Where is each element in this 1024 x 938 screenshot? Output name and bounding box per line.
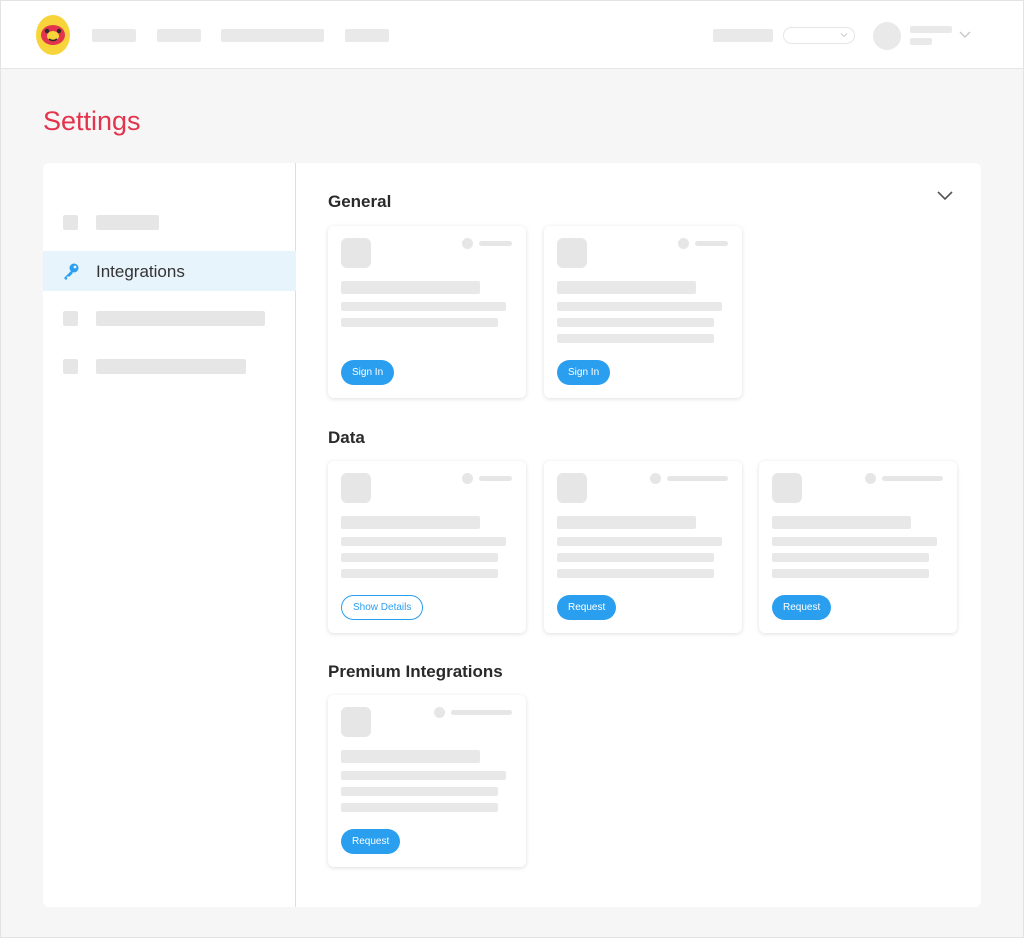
status-label-placeholder — [479, 476, 512, 481]
show-details-button[interactable]: Show Details — [341, 595, 424, 620]
card-text-placeholder — [557, 334, 714, 343]
nav-link-placeholder-4[interactable] — [345, 29, 389, 42]
card-title-placeholder — [557, 281, 696, 294]
placeholder-icon — [63, 359, 78, 374]
integration-card: Sign In — [328, 226, 526, 398]
chevron-down-icon[interactable] — [935, 189, 955, 203]
avatar[interactable] — [873, 22, 901, 50]
section-title-premium-integrations: Premium Integrations — [328, 662, 503, 681]
chevron-down-icon — [840, 33, 848, 38]
header-text-placeholder — [713, 29, 773, 42]
sidebar-item-label-placeholder — [96, 359, 246, 374]
placeholder-icon — [63, 311, 78, 326]
integration-card: Show Details — [328, 461, 526, 633]
status-label-placeholder — [695, 241, 728, 246]
card-text-placeholder — [341, 803, 498, 812]
status-dot — [434, 707, 445, 718]
card-text-placeholder — [557, 553, 714, 562]
request-button[interactable]: Request — [557, 595, 617, 620]
status-dot — [678, 238, 689, 249]
status-label-placeholder — [667, 476, 728, 481]
card-text-placeholder — [557, 318, 714, 327]
integration-logo-placeholder — [341, 707, 371, 737]
integration-logo-placeholder — [341, 238, 371, 268]
request-button[interactable]: Request — [772, 595, 832, 620]
nav-link-placeholder-2[interactable] — [157, 29, 201, 42]
status-label-placeholder — [479, 241, 512, 246]
status-dot — [650, 473, 661, 484]
status-label-placeholder — [882, 476, 943, 481]
card-text-placeholder — [557, 302, 722, 311]
card-title-placeholder — [557, 516, 696, 529]
integration-card: Request — [759, 461, 957, 633]
section-title-data: Data — [328, 428, 365, 447]
top-navigation-bar — [0, 0, 1024, 69]
sidebar-item-label-placeholder — [96, 311, 265, 326]
card-text-placeholder — [341, 553, 498, 562]
user-name-placeholder — [910, 26, 952, 33]
user-role-placeholder — [910, 38, 932, 45]
request-button[interactable]: Request — [341, 829, 401, 854]
sidebar-item-label: Integrations — [96, 262, 185, 281]
sidebar-item-placeholder-1[interactable] — [43, 202, 296, 242]
card-text-placeholder — [341, 569, 498, 578]
card-text-placeholder — [341, 537, 506, 546]
status-dot — [865, 473, 876, 484]
card-title-placeholder — [341, 516, 480, 529]
card-text-placeholder — [772, 537, 937, 546]
integration-logo-placeholder — [557, 238, 587, 268]
card-title-placeholder — [341, 750, 480, 763]
nav-link-placeholder-1[interactable] — [92, 29, 136, 42]
sign-in-button[interactable]: Sign In — [557, 360, 611, 385]
monkey-logo-icon[interactable] — [34, 14, 72, 56]
sidebar-item-label-placeholder — [96, 215, 159, 230]
header-select-placeholder[interactable] — [783, 27, 855, 44]
integrations-content: General Sign In Sign In Data Show Detail… — [297, 163, 981, 907]
integration-logo-placeholder — [341, 473, 371, 503]
card-text-placeholder — [557, 569, 714, 578]
card-title-placeholder — [772, 516, 911, 529]
integration-card: Sign In — [544, 226, 742, 398]
card-text-placeholder — [341, 771, 506, 780]
integration-logo-placeholder — [772, 473, 802, 503]
integration-card: Request — [328, 695, 526, 867]
card-text-placeholder — [772, 553, 929, 562]
page-title: Settings — [43, 106, 141, 136]
card-title-placeholder — [341, 281, 480, 294]
section-title-general: General — [328, 192, 392, 211]
card-text-placeholder — [341, 302, 506, 311]
settings-sidebar: Integrations — [43, 163, 296, 907]
integration-card: Request — [544, 461, 742, 633]
key-icon — [64, 263, 79, 280]
sidebar-item-integrations[interactable]: Integrations — [43, 251, 296, 291]
settings-panel: Integrations General Sign In Sign In Dat… — [43, 163, 981, 907]
card-text-placeholder — [341, 787, 498, 796]
sidebar-item-placeholder-2[interactable] — [43, 298, 296, 338]
integration-logo-placeholder — [557, 473, 587, 503]
card-text-placeholder — [772, 569, 929, 578]
status-dot — [462, 473, 473, 484]
card-text-placeholder — [341, 318, 498, 327]
status-label-placeholder — [451, 710, 512, 715]
sign-in-button[interactable]: Sign In — [341, 360, 395, 385]
card-text-placeholder — [557, 537, 722, 546]
placeholder-icon — [63, 215, 78, 230]
status-dot — [462, 238, 473, 249]
chevron-down-icon[interactable] — [958, 29, 972, 41]
nav-link-placeholder-3[interactable] — [221, 29, 324, 42]
sidebar-item-placeholder-3[interactable] — [43, 346, 296, 386]
